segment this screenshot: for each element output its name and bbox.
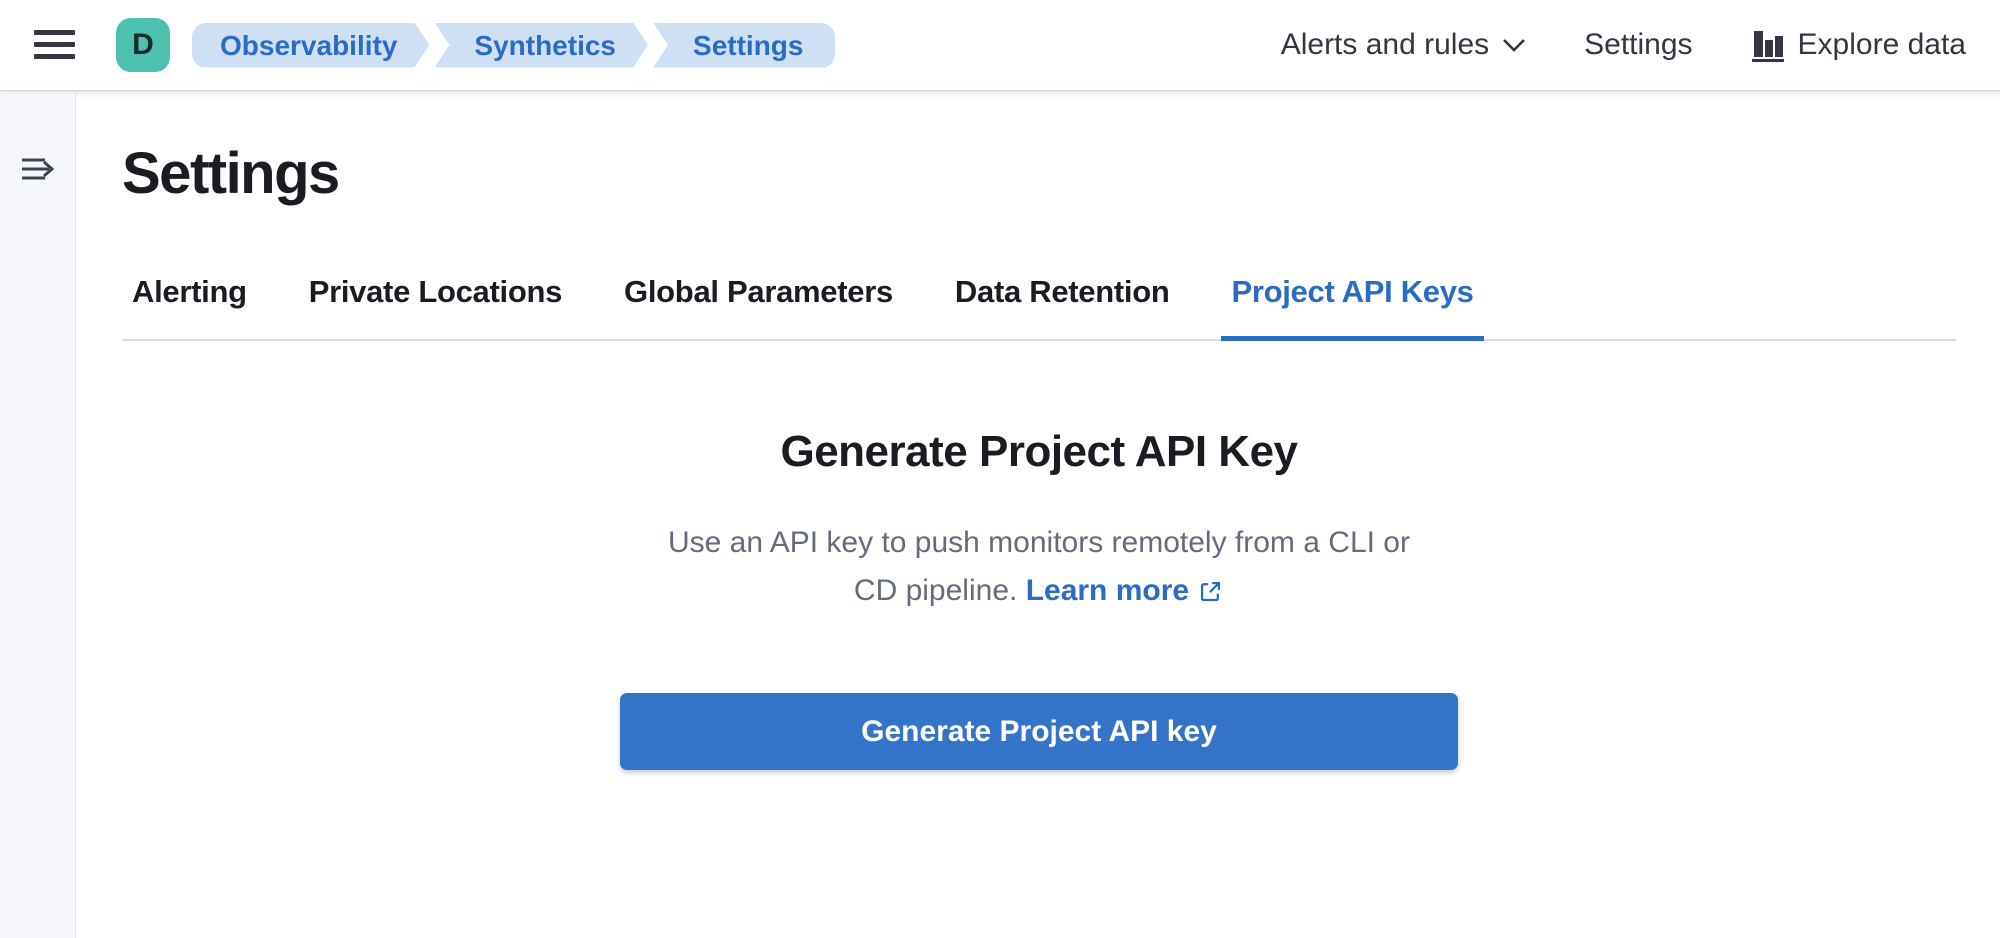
tab-alerting[interactable]: Alerting <box>122 273 257 339</box>
tab-private-locations[interactable]: Private Locations <box>299 273 572 339</box>
tab-global-parameters[interactable]: Global Parameters <box>614 273 903 339</box>
chevron-down-icon <box>1502 37 1526 53</box>
avatar-initial: D <box>132 28 154 62</box>
settings-tabs: Alerting Private Locations Global Parame… <box>122 273 1956 341</box>
learn-more-link[interactable]: Learn more <box>1026 567 1224 615</box>
collapsed-sidebar <box>0 91 76 938</box>
hamburger-icon <box>34 28 75 62</box>
header-settings-label: Settings <box>1584 28 1692 62</box>
description-line-2: CD pipeline. Learn more <box>122 567 1956 615</box>
generate-project-api-key-button[interactable]: Generate Project API key <box>620 693 1458 770</box>
description-line-1: Use an API key to push monitors remotely… <box>122 519 1956 567</box>
learn-more-label: Learn more <box>1026 567 1189 615</box>
external-link-icon <box>1197 578 1224 605</box>
breadcrumb-observability[interactable]: Observability <box>192 23 429 68</box>
breadcrumb-synthetics[interactable]: Synthetics <box>434 23 648 68</box>
breadcrumb-settings[interactable]: Settings <box>653 23 835 68</box>
breadcrumb: Observability Synthetics Settings <box>192 23 835 68</box>
page-body: Settings Alerting Private Locations Glob… <box>0 91 2000 938</box>
explore-data-link[interactable]: Explore data <box>1751 27 1966 63</box>
tab-project-api-keys[interactable]: Project API Keys <box>1221 273 1483 339</box>
tab-data-retention[interactable]: Data Retention <box>945 273 1180 339</box>
description-line-2-text: CD pipeline. <box>854 574 1017 607</box>
hamburger-menu-button[interactable] <box>32 26 76 64</box>
alerts-and-rules-label: Alerts and rules <box>1281 28 1489 62</box>
expand-sidebar-button[interactable] <box>16 149 60 189</box>
header-nav: Alerts and rules Settings Explore data <box>1281 27 1966 63</box>
panel-heading: Generate Project API Key <box>122 425 1956 479</box>
bar-chart-icon <box>1751 27 1785 63</box>
generate-api-key-panel: Generate Project API Key Use an API key … <box>122 425 1956 770</box>
main-content: Settings Alerting Private Locations Glob… <box>76 91 2000 938</box>
alerts-and-rules-menu[interactable]: Alerts and rules <box>1281 28 1526 62</box>
avatar[interactable]: D <box>116 18 170 72</box>
header-settings-link[interactable]: Settings <box>1584 28 1692 62</box>
panel-description: Use an API key to push monitors remotely… <box>122 519 1956 615</box>
page-title: Settings <box>122 139 1956 209</box>
menu-right-icon <box>19 153 57 185</box>
explore-data-label: Explore data <box>1798 28 1966 62</box>
top-header-bar: D Observability Synthetics Settings Aler… <box>0 0 2000 91</box>
